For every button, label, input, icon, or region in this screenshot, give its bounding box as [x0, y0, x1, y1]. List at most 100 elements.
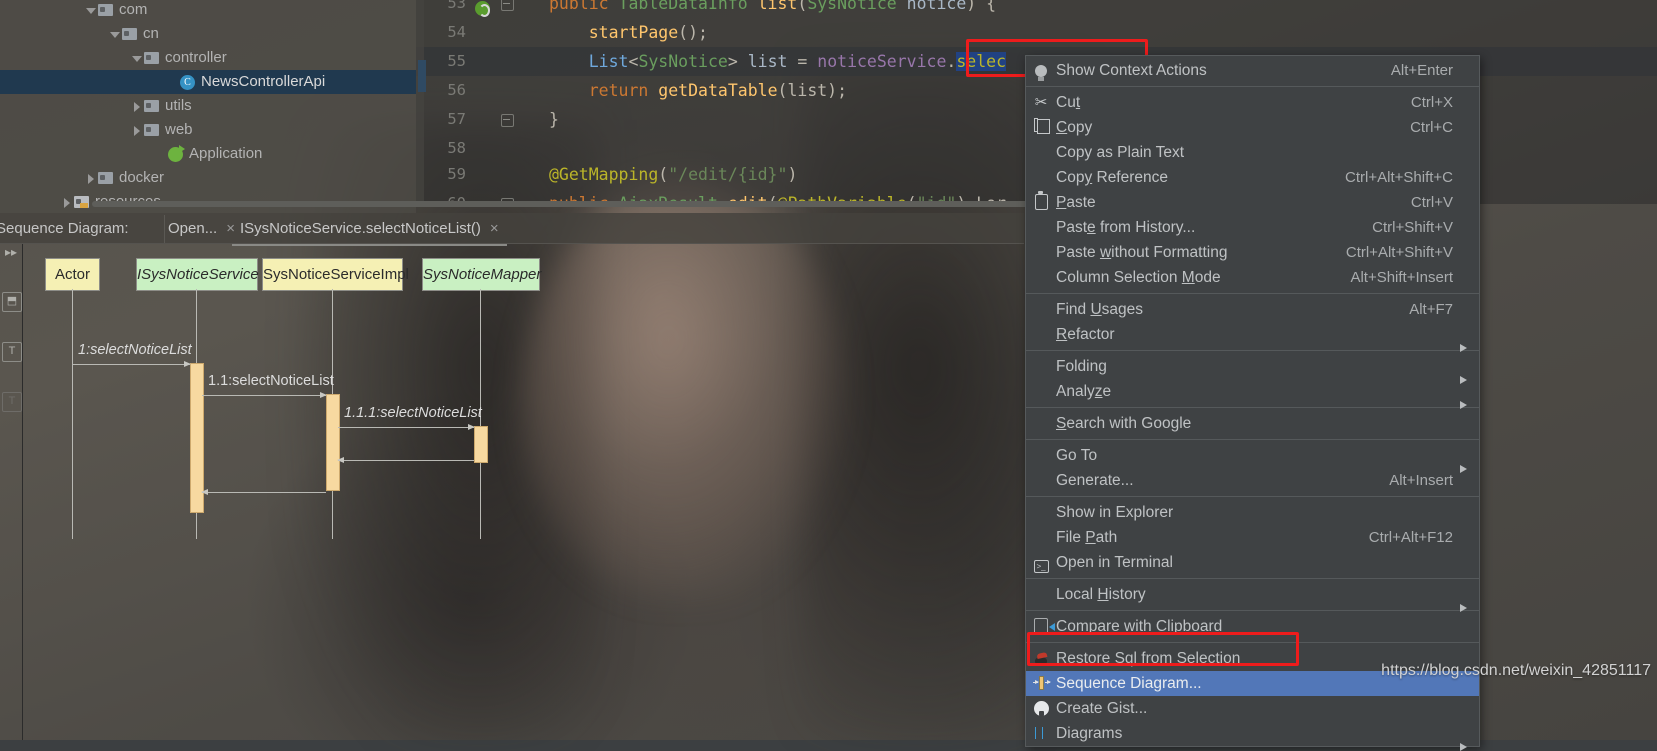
menu-item-refactor[interactable]: Refactor: [1026, 322, 1479, 352]
menu-item-open-in-terminal[interactable]: >_ Open in Terminal: [1026, 550, 1479, 575]
message-arrow-call: [72, 361, 191, 367]
close-icon[interactable]: ×: [490, 221, 499, 236]
menu-item-diagrams[interactable]: Diagrams: [1026, 721, 1479, 751]
menu-item-paste[interactable]: Paste Ctrl+V: [1026, 190, 1479, 215]
code-token: List: [588, 52, 629, 71]
menu-item-copy[interactable]: Copy Ctrl+C: [1026, 115, 1479, 140]
expand-toolbar-icon[interactable]: ▸▸: [2, 244, 20, 262]
code-token: >: [727, 52, 748, 71]
chevron-down-icon[interactable]: [130, 46, 144, 70]
menu-item-shortcut: Alt+F7: [1409, 301, 1453, 318]
menu-item-paste-without-formatting[interactable]: Paste without Formatting Ctrl+Alt+Shift+V: [1026, 240, 1479, 265]
menu-item-label: Create Gist...: [1056, 700, 1148, 717]
code-token: @GetMapping: [549, 165, 659, 184]
code-token: getDataTable: [658, 81, 778, 100]
code-token: list: [747, 52, 798, 71]
sequence-diagram-tabbar[interactable]: Sequence Diagram: Open... × ISysNoticeServ…: [0, 213, 1024, 246]
lifeline-header-sysnoticeserviceimpl[interactable]: SysNoticeServiceImpl: [262, 258, 409, 291]
code-token: <: [628, 52, 639, 71]
menu-item-compare-with-clipboard[interactable]: Compare with Clipboard: [1026, 614, 1479, 639]
chevron-down-icon[interactable]: [84, 0, 98, 22]
tree-item-web[interactable]: web: [0, 118, 416, 142]
line-number: 59: [447, 165, 466, 183]
project-tree-panel[interactable]: com cn controller C NewsControllerApi utils we…: [0, 0, 416, 213]
spring-run-icon[interactable]: [475, 1, 490, 17]
menu-item-label: Show in Explorer: [1056, 504, 1174, 521]
menu-item-label: Open in Terminal: [1056, 554, 1173, 571]
tree-item-newscontrollerapi[interactable]: C NewsControllerApi: [0, 70, 416, 94]
menu-separator: [1026, 350, 1479, 351]
menu-item-show-context-actions[interactable]: Show Context Actions Alt+Enter: [1026, 58, 1479, 83]
tree-item-label: web: [165, 121, 193, 138]
tree-item-application[interactable]: Application: [0, 142, 416, 166]
menu-item-find-usages[interactable]: Find Usages Alt+F7: [1026, 297, 1479, 322]
code-token: ) {: [966, 0, 997, 13]
menu-item-go-to[interactable]: Go To: [1026, 443, 1479, 473]
menu-item-generate[interactable]: Generate... Alt+Insert: [1026, 468, 1479, 493]
menu-item-label: Column Selection Mode: [1056, 269, 1221, 286]
tree-item-com[interactable]: com: [0, 0, 416, 22]
editor-horizontal-scrollbar[interactable]: [92, 201, 1141, 207]
code-token: notice: [906, 0, 967, 13]
code-fold-toggle-icon[interactable]: [501, 114, 514, 127]
line-number: 55: [447, 52, 466, 70]
line-number: 54: [447, 23, 466, 41]
menu-icon-slot: [1026, 354, 1056, 379]
tree-item-docker[interactable]: docker: [0, 166, 416, 190]
menu-item-label: Find Usages: [1056, 301, 1144, 318]
menu-item-search-with-google[interactable]: Search with Google: [1026, 411, 1479, 436]
export-image-icon[interactable]: ⬒: [2, 292, 22, 312]
menu-item-show-in-explorer[interactable]: Show in Explorer: [1026, 500, 1479, 525]
menu-item-analyze[interactable]: Analyze: [1026, 379, 1479, 409]
folder-icon: [98, 4, 113, 16]
tree-item-label: com: [119, 1, 148, 18]
copy-icon: [1026, 115, 1056, 140]
menu-item-local-history[interactable]: Local History: [1026, 582, 1479, 612]
editor-left-strip: [416, 0, 424, 204]
sequence-diagram-tool-window[interactable]: Sequence Diagram: Open... × ISysNoticeServ…: [0, 213, 1024, 740]
sequence-diagram-tab[interactable]: ISysNoticeService.selectNoticeList() ×: [232, 213, 507, 246]
tree-item-utils[interactable]: utils: [0, 94, 416, 118]
chevron-right-icon[interactable]: [84, 166, 98, 190]
message-label: 1:selectNoticeList: [78, 342, 192, 358]
sequence-diagram-canvas[interactable]: Actor ISysNoticeService SysNoticeServiceIm…: [23, 244, 1024, 740]
chevron-down-icon[interactable]: [108, 22, 122, 46]
menu-item-cut[interactable]: ✂ Cut Ctrl+X: [1026, 90, 1479, 115]
folder-icon: [144, 100, 159, 112]
menu-item-create-gist[interactable]: Create Gist...: [1026, 696, 1479, 721]
code-fold-toggle-icon[interactable]: [501, 0, 514, 11]
editor-context-menu[interactable]: Show Context Actions Alt+Enter ✂ Cut Ctrl+X C…: [1025, 55, 1480, 751]
text-icon[interactable]: T: [2, 342, 22, 362]
menu-item-file-path[interactable]: File Path Ctrl+Alt+F12: [1026, 525, 1479, 550]
menu-icon-slot: [1026, 443, 1056, 468]
sequence-diagram-sidebar[interactable]: ▸▸ ⬒ T T: [0, 244, 22, 740]
menu-item-shortcut: Ctrl+X: [1410, 94, 1453, 111]
tree-item-controller[interactable]: controller: [0, 46, 416, 70]
tree-item-cn[interactable]: cn: [0, 22, 416, 46]
sequence-diagram-tab[interactable]: Open... ×: [160, 213, 243, 244]
menu-separator: [1026, 578, 1479, 579]
chevron-right-icon[interactable]: [130, 94, 144, 118]
menu-item-copy-as-plain-text[interactable]: Copy as Plain Text: [1026, 140, 1479, 165]
chevron-right-icon[interactable]: [130, 118, 144, 142]
lifeline-header-isysnoticeservice[interactable]: ISysNoticeService: [136, 258, 259, 291]
code-line-53[interactable]: 53 public TableDataInfo list(SysNotice no…: [416, 0, 1657, 18]
tree-item-label: NewsControllerApi: [201, 73, 326, 90]
menu-item-column-selection-mode[interactable]: Column Selection Mode Alt+Shift+Insert: [1026, 265, 1479, 290]
lifeline-header-actor[interactable]: Actor: [45, 258, 100, 291]
clipboard-icon: [1026, 190, 1056, 215]
menu-item-copy-reference[interactable]: Copy Reference Ctrl+Alt+Shift+C: [1026, 165, 1479, 190]
menu-item-paste-from-history[interactable]: Paste from History... Ctrl+Shift+V: [1026, 215, 1479, 240]
chevron-right-icon[interactable]: [60, 190, 74, 214]
code-token: ): [787, 165, 798, 184]
menu-item-shortcut: Ctrl+Shift+V: [1372, 219, 1453, 236]
menu-item-shortcut: Alt+Enter: [1390, 62, 1453, 79]
gutter-icon-slot[interactable]: [475, 0, 490, 17]
menu-item-folding[interactable]: Folding: [1026, 354, 1479, 384]
line-number: 57: [447, 110, 466, 128]
menu-item-label: Compare with Clipboard: [1056, 618, 1223, 635]
tree-item-label: controller: [165, 49, 227, 66]
lifeline-header-sysnoticemapper[interactable]: SysNoticeMapper: [422, 258, 541, 291]
